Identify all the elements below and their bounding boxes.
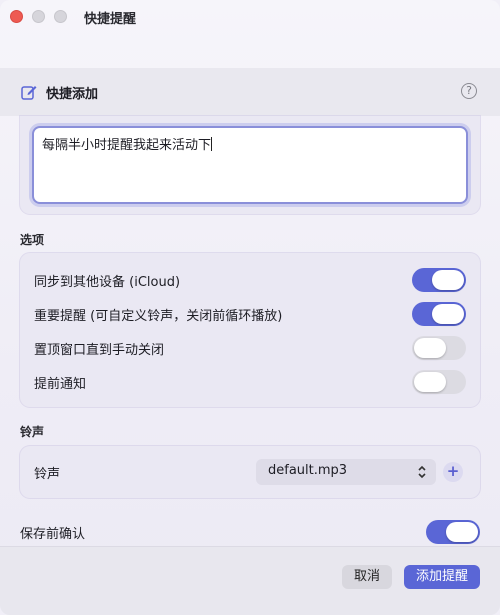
toggle-knob — [414, 338, 446, 358]
advance-notice-toggle[interactable] — [412, 370, 466, 394]
option-row-important: 重要提醒 (可自定义铃声，关闭前循环播放) — [20, 299, 480, 329]
close-window-button[interactable] — [10, 10, 23, 23]
reminder-text-value: 每隔半小时提醒我起来活动下 — [42, 138, 212, 153]
text-caret — [211, 137, 213, 151]
option-row-pin: 置顶窗口直到手动关闭 — [20, 333, 480, 363]
icloud-sync-toggle[interactable] — [412, 268, 466, 292]
cancel-button[interactable]: 取消 — [342, 565, 392, 589]
option-label: 同步到其他设备 (iCloud) — [34, 275, 181, 290]
titlebar: 快捷提醒 — [0, 0, 500, 34]
section-title: 快捷添加 — [46, 87, 99, 102]
confirm-before-save-toggle[interactable] — [426, 520, 480, 544]
app-window: 快捷提醒 快捷添加 ? 每隔半小时提醒我起来活动下 选项 同步到其他设备 (iC… — [0, 0, 500, 615]
confirm-before-save-label: 保存前确认 — [20, 527, 86, 542]
option-label: 提前通知 — [34, 377, 87, 392]
ringtone-group-label: 铃声 — [20, 425, 45, 439]
reminder-text-input[interactable]: 每隔半小时提醒我起来活动下 — [32, 126, 468, 204]
toggle-knob — [446, 522, 478, 542]
maximize-window-button[interactable] — [54, 10, 67, 23]
ringtone-card: 铃声 default.mp3 + — [20, 446, 480, 498]
minimize-window-button[interactable] — [32, 10, 45, 23]
ringtone-select[interactable]: default.mp3 — [256, 459, 436, 485]
window-title: 快捷提醒 — [84, 12, 137, 27]
toggle-knob — [432, 304, 464, 324]
quick-add-header: 快捷添加 ? — [0, 68, 500, 116]
ringtone-selected-value: default.mp3 — [268, 463, 348, 478]
pin-window-toggle[interactable] — [412, 336, 466, 360]
help-icon[interactable]: ? — [461, 83, 477, 99]
toggle-knob — [414, 372, 446, 392]
add-reminder-button[interactable]: 添加提醒 — [404, 565, 480, 589]
chevron-updown-icon — [418, 465, 426, 479]
edit-icon — [21, 86, 37, 100]
options-group-label: 选项 — [20, 233, 45, 247]
ringtone-label: 铃声 — [34, 467, 61, 482]
option-label: 置顶窗口直到手动关闭 — [34, 343, 165, 358]
option-label: 重要提醒 (可自定义铃声，关闭前循环播放) — [34, 309, 283, 324]
option-row-icloud: 同步到其他设备 (iCloud) — [20, 265, 480, 295]
important-reminder-toggle[interactable] — [412, 302, 466, 326]
options-card: 同步到其他设备 (iCloud) 重要提醒 (可自定义铃声，关闭前循环播放) 置… — [20, 253, 480, 407]
option-row-advance: 提前通知 — [20, 367, 480, 397]
toggle-knob — [432, 270, 464, 290]
footer-bar: 取消 添加提醒 — [0, 546, 500, 615]
add-ringtone-button[interactable]: + — [443, 462, 463, 482]
input-card: 每隔半小时提醒我起来活动下 — [20, 116, 480, 214]
